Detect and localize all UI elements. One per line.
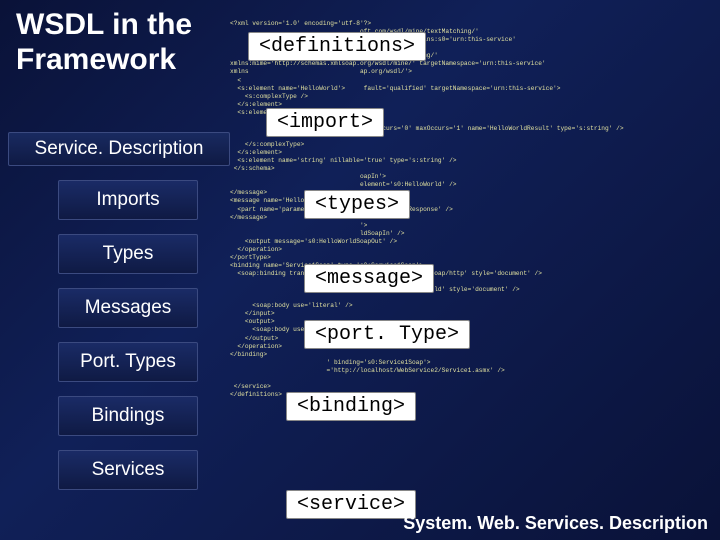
tag-porttype: <port. Type> [304, 320, 470, 349]
slide-root: WSDL in the Framework Service. Descripti… [0, 0, 720, 540]
slide-title: WSDL in the Framework [16, 8, 226, 77]
code-line: oapIn'> [230, 173, 386, 180]
tag-binding: <binding> [286, 392, 416, 421]
code-line: <s:element name='string' nillable='true'… [230, 157, 457, 164]
code-line: </operation> [230, 246, 282, 253]
tag-message: <message> [304, 264, 434, 293]
code-area: <?xml version='1.0' encoding='utf-8'?> o… [230, 12, 712, 532]
code-line: </output> [230, 335, 278, 342]
code-line: <output> [230, 318, 275, 325]
code-line: </message> [230, 189, 267, 196]
code-line: ' binding='s0:Service1Soap'> [230, 359, 431, 366]
code-line: ldSoapIn' /> [230, 230, 405, 237]
code-line: </definitions> [230, 391, 282, 398]
code-line: </s:element> [230, 149, 282, 156]
code-line: </s:element> [230, 101, 282, 108]
sidebar-imports: Imports [58, 180, 198, 220]
code-line: </binding> [230, 351, 267, 358]
service-description-label: Service. Description [8, 132, 230, 166]
code-line: <s:element name='HelloWorld'> fault='qua… [230, 85, 560, 92]
tag-types: <types> [304, 190, 410, 219]
code-line: element='s0:HelloWorld' /> [230, 181, 457, 188]
code-line: < [230, 77, 241, 84]
sidebar-types: Types [58, 234, 198, 274]
code-line: <soap:body use='literal' /> [230, 302, 353, 309]
tag-service: <service> [286, 490, 416, 519]
system-web-services-label: System. Web. Services. Description [403, 513, 708, 534]
sidebar-bindings: Bindings [58, 396, 198, 436]
sidebar: Imports Types Messages Port. Types Bindi… [58, 180, 198, 504]
code-line: </service> [230, 383, 271, 390]
code-line: xmlns ap.org/wsdl/'> [230, 68, 412, 75]
code-line: <s:complexType /> [230, 93, 308, 100]
title-line-2: Framework [16, 43, 176, 76]
code-line: </s:complexType> [230, 141, 304, 148]
sidebar-porttypes: Port. Types [58, 342, 198, 382]
tag-import: <import> [266, 108, 384, 137]
code-line: <output message='s0:HelloWorldSoapOut' /… [230, 238, 397, 245]
code-line: </message> [230, 214, 267, 221]
sidebar-services: Services [58, 450, 198, 490]
sidebar-messages: Messages [58, 288, 198, 328]
code-line: </operation> [230, 343, 282, 350]
code-line: '> [230, 222, 367, 229]
code-line: ='http://localhost/WebService2/Service1.… [230, 367, 505, 374]
code-line: <?xml version='1.0' encoding='utf-8'?> [230, 20, 371, 27]
tag-definitions: <definitions> [248, 32, 426, 61]
code-line: </portType> [230, 254, 271, 261]
code-line: </input> [230, 310, 275, 317]
code-line: </s:schema> [230, 165, 275, 172]
title-line-1: WSDL in the [16, 8, 192, 41]
code-line: xmlns:mime='http://schemas.xmlsoap.org/w… [230, 60, 546, 67]
